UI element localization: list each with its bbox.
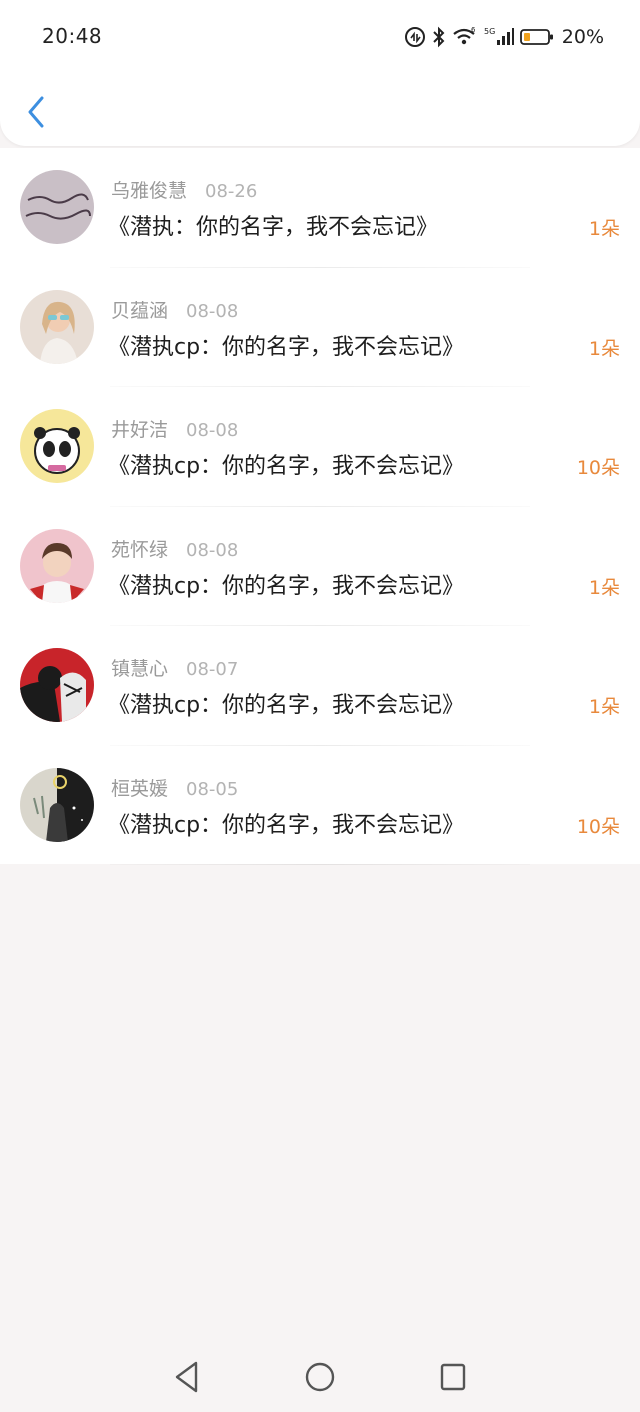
top-header: 20:48 6 5G 20% [0, 0, 640, 146]
flower-count: 10朵 [576, 457, 620, 479]
flower-count: 1朵 [588, 576, 620, 599]
avatar [20, 409, 94, 483]
user-name: 乌雅俊慧 08-26 [111, 180, 258, 202]
row-date: 08-05 [186, 778, 239, 800]
row-date: 08-08 [186, 539, 239, 561]
nav-home-button[interactable] [304, 1360, 336, 1398]
list-item[interactable]: 镇慧心 08-07 《潜执cp：你的名字，我不会忘记》 1朵 [0, 626, 640, 746]
signal-icon: 5G [484, 26, 514, 48]
data-saver-icon [404, 26, 426, 48]
battery-icon [519, 26, 554, 48]
row-title: 《潜执cp：你的名字，我不会忘记》 [108, 454, 465, 479]
chevron-left-icon [28, 96, 44, 128]
status-icons: 6 5G 20% [404, 22, 604, 52]
avatar [20, 648, 94, 722]
system-nav-bar [0, 1340, 640, 1412]
avatar [20, 289, 94, 364]
row-date: 08-07 [186, 659, 239, 680]
nav-back-button[interactable] [174, 1360, 200, 1398]
row-date: 08-08 [186, 420, 239, 441]
list-item[interactable]: 贝蕴涵 08-08 《潜执cp：你的名字，我不会忘记》 1朵 [0, 268, 640, 387]
battery-percent: 20% [561, 26, 604, 48]
back-button[interactable] [22, 92, 50, 132]
avatar [20, 170, 94, 244]
avatar [20, 767, 94, 842]
row-title: 《潜执cp：你的名字，我不会忘记》 [108, 334, 465, 360]
avatar [20, 528, 94, 603]
user-name: 贝蕴涵 08-08 [111, 299, 239, 322]
list-item[interactable]: 苑怀绿 08-08 《潜执cp：你的名字，我不会忘记》 1朵 [0, 507, 640, 626]
divider [110, 864, 530, 865]
list-item[interactable]: 桓英媛 08-05 《潜执cp：你的名字，我不会忘记》 10朵 [0, 746, 640, 865]
triangle-back-icon [175, 1361, 198, 1393]
row-date: 08-08 [186, 300, 239, 322]
list-item[interactable]: 井好洁 08-08 《潜执cp：你的名字，我不会忘记》 10朵 [0, 387, 640, 507]
svg-text:6: 6 [471, 26, 476, 34]
bluetooth-icon [432, 26, 446, 48]
svg-text:5G: 5G [484, 27, 495, 36]
row-title: 《潜执cp：你的名字，我不会忘记》 [108, 573, 465, 599]
circle-home-icon [305, 1362, 335, 1392]
flower-count: 1朵 [588, 218, 620, 240]
flower-count: 1朵 [588, 696, 620, 718]
nav-recents-button[interactable] [439, 1360, 467, 1398]
user-name: 苑怀绿 08-08 [111, 538, 239, 561]
flower-count: 10朵 [576, 815, 620, 838]
user-name: 桓英媛 08-05 [111, 777, 239, 800]
flower-count: 1朵 [588, 337, 620, 360]
row-title: 《潜执cp：你的名字，我不会忘记》 [108, 693, 465, 718]
user-name: 镇慧心 08-07 [111, 658, 239, 680]
status-time: 20:48 [42, 24, 103, 48]
wifi-icon: 6 [452, 26, 478, 48]
row-title: 《潜执cp：你的名字，我不会忘记》 [108, 812, 465, 838]
flower-list: 乌雅俊慧 08-26 《潜执：你的名字，我不会忘记》 1朵 贝蕴涵 08-08 《潜… [0, 148, 640, 865]
row-title: 《潜执：你的名字，我不会忘记》 [108, 215, 439, 240]
list-item[interactable]: 乌雅俊慧 08-26 《潜执：你的名字，我不会忘记》 1朵 [0, 148, 640, 268]
square-recents-icon [440, 1363, 466, 1391]
row-date: 08-26 [205, 181, 258, 202]
user-name: 井好洁 08-08 [111, 419, 239, 441]
